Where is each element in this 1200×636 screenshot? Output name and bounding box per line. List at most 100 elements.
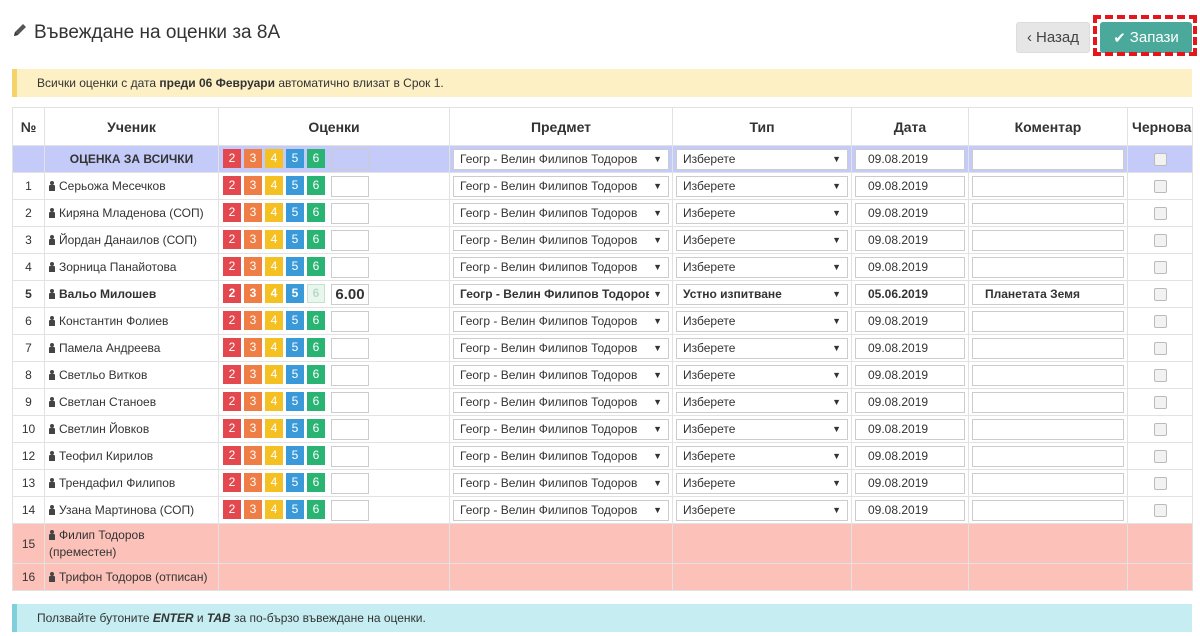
grade-button-6[interactable]: 6: [307, 364, 325, 384]
grade-button-6[interactable]: 6: [307, 148, 325, 168]
date-input[interactable]: 09.08.2019: [855, 445, 965, 467]
type-select[interactable]: Изберете ▼: [676, 148, 848, 170]
draft-checkbox[interactable]: [1153, 287, 1167, 301]
date-input[interactable]: 09.08.2019: [855, 202, 965, 224]
date-input[interactable]: 09.08.2019: [855, 310, 965, 332]
grade-button-3[interactable]: 3: [244, 175, 262, 195]
subject-select[interactable]: Геогр - Велин Филипов Тодоров ▼: [453, 175, 669, 197]
grade-button-2[interactable]: 2: [223, 148, 241, 168]
type-select[interactable]: Изберете ▼: [676, 337, 848, 359]
grade-button-5[interactable]: 5: [286, 337, 304, 357]
grade-button-3[interactable]: 3: [244, 364, 262, 384]
grade-button-6[interactable]: 6: [307, 175, 325, 195]
draft-checkbox[interactable]: [1153, 476, 1167, 490]
date-input[interactable]: 09.08.2019: [855, 256, 965, 278]
type-select[interactable]: Изберете ▼: [676, 391, 848, 413]
grade-button-5[interactable]: 5: [286, 202, 304, 222]
grade-button-2[interactable]: 2: [223, 256, 241, 276]
grade-input[interactable]: [331, 175, 369, 197]
grade-input[interactable]: [331, 202, 369, 224]
grade-button-3[interactable]: 3: [244, 310, 262, 330]
grade-button-5[interactable]: 5: [286, 229, 304, 249]
grade-button-5[interactable]: 5: [286, 310, 304, 330]
draft-checkbox[interactable]: [1153, 449, 1167, 463]
grade-button-5[interactable]: 5: [286, 364, 304, 384]
type-select[interactable]: Изберете ▼: [676, 256, 848, 278]
type-select[interactable]: Изберете ▼: [676, 229, 848, 251]
draft-checkbox[interactable]: [1153, 395, 1167, 409]
grade-button-3[interactable]: 3: [244, 148, 262, 168]
draft-checkbox[interactable]: [1153, 341, 1167, 355]
subject-select[interactable]: Геогр - Велин Филипов Тодоров ▼: [453, 229, 669, 251]
grade-input[interactable]: [331, 148, 369, 170]
grade-button-4[interactable]: 4: [265, 310, 283, 330]
draft-checkbox[interactable]: [1153, 368, 1167, 382]
type-select[interactable]: Устно изпитване ▼: [676, 283, 848, 305]
date-input[interactable]: 09.08.2019: [855, 391, 965, 413]
grade-button-6[interactable]: 6: [307, 202, 325, 222]
grade-input[interactable]: [331, 445, 369, 467]
grade-button-4[interactable]: 4: [265, 148, 283, 168]
draft-checkbox[interactable]: [1153, 206, 1167, 220]
grade-input[interactable]: [331, 310, 369, 332]
type-select[interactable]: Изберете ▼: [676, 175, 848, 197]
grade-button-2[interactable]: 2: [223, 337, 241, 357]
date-input[interactable]: 09.08.2019: [855, 229, 965, 251]
grade-button-4[interactable]: 4: [265, 202, 283, 222]
grade-input[interactable]: [331, 337, 369, 359]
date-input[interactable]: 09.08.2019: [855, 364, 965, 386]
grade-button-4[interactable]: 4: [265, 283, 283, 303]
grade-button-2[interactable]: 2: [223, 445, 241, 465]
type-select[interactable]: Изберете ▼: [676, 472, 848, 494]
comment-input[interactable]: Планетата Земя: [972, 283, 1124, 305]
save-button[interactable]: ✔ Запази: [1100, 22, 1192, 53]
grade-button-6[interactable]: 6: [307, 472, 325, 492]
draft-checkbox[interactable]: [1153, 152, 1167, 166]
grade-input[interactable]: [331, 499, 369, 521]
type-select[interactable]: Изберете ▼: [676, 310, 848, 332]
grade-button-3[interactable]: 3: [244, 445, 262, 465]
grade-button-6[interactable]: 6: [307, 499, 325, 519]
subject-select[interactable]: Геогр - Велин Филипов Тодоров ▼: [453, 364, 669, 386]
comment-input[interactable]: [972, 445, 1124, 467]
grade-button-4[interactable]: 4: [265, 445, 283, 465]
date-input[interactable]: 09.08.2019: [855, 472, 965, 494]
grade-button-5[interactable]: 5: [286, 283, 304, 303]
draft-checkbox[interactable]: [1153, 179, 1167, 193]
draft-checkbox[interactable]: [1153, 233, 1167, 247]
grade-button-4[interactable]: 4: [265, 418, 283, 438]
grade-button-3[interactable]: 3: [244, 256, 262, 276]
grade-button-4[interactable]: 4: [265, 391, 283, 411]
grade-button-6[interactable]: 6: [307, 418, 325, 438]
grade-button-2[interactable]: 2: [223, 472, 241, 492]
grade-input[interactable]: [331, 364, 369, 386]
comment-input[interactable]: [972, 418, 1124, 440]
type-select[interactable]: Изберете ▼: [676, 445, 848, 467]
grade-input[interactable]: 6.00: [331, 283, 369, 305]
grade-button-5[interactable]: 5: [286, 445, 304, 465]
comment-input[interactable]: [972, 337, 1124, 359]
draft-checkbox[interactable]: [1153, 260, 1167, 274]
grade-button-4[interactable]: 4: [265, 364, 283, 384]
subject-select[interactable]: Геогр - Велин Филипов Тодоров ▼: [453, 472, 669, 494]
comment-input[interactable]: [972, 175, 1124, 197]
comment-input[interactable]: [972, 472, 1124, 494]
type-select[interactable]: Изберете ▼: [676, 499, 848, 521]
grade-button-3[interactable]: 3: [244, 499, 262, 519]
draft-checkbox[interactable]: [1153, 314, 1167, 328]
grade-input[interactable]: [331, 229, 369, 251]
grade-button-3[interactable]: 3: [244, 418, 262, 438]
grade-button-2[interactable]: 2: [223, 310, 241, 330]
subject-select[interactable]: Геогр - Велин Филипов Тодоров ▼: [453, 391, 669, 413]
comment-input[interactable]: [972, 256, 1124, 278]
comment-input[interactable]: [972, 310, 1124, 332]
grade-button-4[interactable]: 4: [265, 229, 283, 249]
grade-button-4[interactable]: 4: [265, 499, 283, 519]
grade-button-5[interactable]: 5: [286, 175, 304, 195]
grade-input[interactable]: [331, 256, 369, 278]
grade-button-3[interactable]: 3: [244, 472, 262, 492]
grade-button-6[interactable]: 6: [307, 391, 325, 411]
grade-button-4[interactable]: 4: [265, 337, 283, 357]
type-select[interactable]: Изберете ▼: [676, 202, 848, 224]
draft-checkbox[interactable]: [1153, 503, 1167, 517]
